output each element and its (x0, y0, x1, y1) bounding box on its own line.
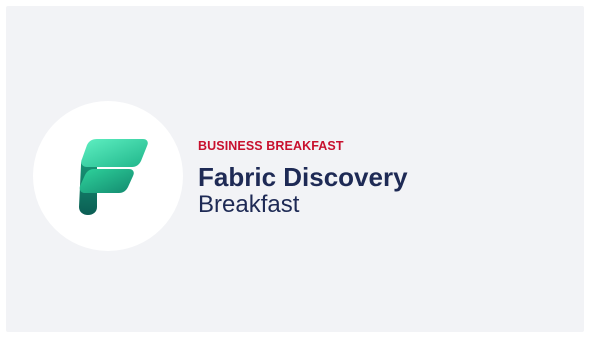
event-category-label: BUSINESS BREAKFAST (198, 139, 344, 153)
event-banner: BUSINESS BREAKFAST Fabric Discovery Brea… (6, 6, 584, 332)
event-subtitle: Breakfast (198, 191, 300, 218)
fabric-logo-icon (79, 139, 148, 215)
banner-text: BUSINESS BREAKFAST Fabric Discovery Brea… (198, 138, 408, 218)
logo-badge (33, 101, 183, 251)
event-title: Fabric Discovery (198, 162, 408, 192)
